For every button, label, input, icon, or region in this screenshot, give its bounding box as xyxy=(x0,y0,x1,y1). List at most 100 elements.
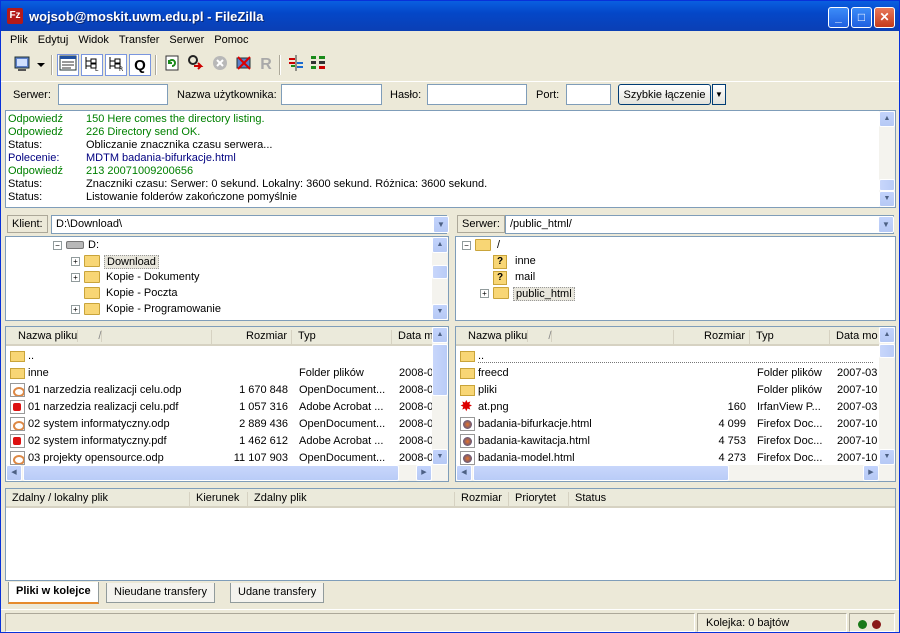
file-row[interactable]: badania-bifurkacje.html 4 099 Firefox Doc.… xyxy=(456,416,881,433)
remote-path-input[interactable]: /public_html/ xyxy=(505,215,894,234)
file-row[interactable]: at.png 160 IrfanView P... 2007-03 xyxy=(456,399,881,416)
local-tree-scrollbar[interactable]: ▲ ▼ xyxy=(432,237,448,320)
column-date[interactable]: Data mo xyxy=(830,330,881,346)
remote-tree[interactable]: − /? inne? mail + public_html xyxy=(455,236,896,321)
process-queue-icon[interactable] xyxy=(185,54,207,76)
file-row[interactable]: 01 narzedzia realizacji celu.odp 1 670 84… xyxy=(6,382,434,399)
toggle-queue-icon[interactable]: Q xyxy=(129,54,151,76)
message-log[interactable]: Odpowiedź 150 Here comes the directory li… xyxy=(5,110,896,208)
close-button[interactable]: ✕ xyxy=(874,7,895,28)
scroll-thumb[interactable] xyxy=(432,265,448,279)
column-type[interactable]: Typ xyxy=(292,330,392,346)
scroll-up-icon[interactable]: ▲ xyxy=(879,327,895,343)
scroll-thumb[interactable] xyxy=(879,344,895,358)
tree-node[interactable]: + Kopie - Programowanie xyxy=(6,302,448,318)
queue-column-size[interactable]: Rozmiar xyxy=(455,492,509,506)
maximize-button[interactable]: □ xyxy=(851,7,872,28)
remote-file-list[interactable]: Nazwa pliku / Rozmiar Typ Data mo .. freec… xyxy=(455,326,896,482)
local-path-dropdown-icon[interactable]: ▼ xyxy=(433,216,449,233)
log-scrollbar[interactable]: ▲ ▼ xyxy=(879,111,895,207)
scroll-down-icon[interactable]: ▼ xyxy=(432,304,448,320)
toggle-log-icon[interactable] xyxy=(57,54,79,76)
column-name[interactable]: Nazwa pliku / xyxy=(6,330,212,346)
queue-column-status[interactable]: Status xyxy=(569,492,895,506)
column-name[interactable]: Nazwa pliku / xyxy=(456,330,674,346)
filezilla-app-icon[interactable]: Fz xyxy=(7,8,23,24)
file-row[interactable]: badania-kawitacja.html 4 753 Firefox Doc..… xyxy=(456,433,881,450)
remote-list-hscrollbar[interactable]: ◀ ▶ xyxy=(456,465,895,481)
file-row[interactable]: .. xyxy=(456,348,881,365)
tree-node[interactable]: ? mail xyxy=(456,270,895,286)
collapse-icon[interactable]: − xyxy=(462,241,471,250)
column-size[interactable]: Rozmiar xyxy=(674,330,750,346)
local-path-input[interactable]: D:\Download\ xyxy=(51,215,447,234)
scroll-down-icon[interactable]: ▼ xyxy=(432,449,448,465)
remote-list-scrollbar[interactable]: ▲ ▼ xyxy=(879,327,895,465)
tab-successful-transfers[interactable]: Udane transfery xyxy=(230,583,325,603)
expand-icon[interactable]: + xyxy=(71,273,80,282)
queue-column-direction[interactable]: Kierunek xyxy=(190,492,248,506)
port-input[interactable] xyxy=(566,84,611,105)
tree-node[interactable]: − D: xyxy=(6,238,448,254)
minimize-button[interactable]: _ xyxy=(828,7,849,28)
refresh-icon[interactable] xyxy=(161,54,183,76)
toggle-local-tree-icon[interactable]: L xyxy=(81,54,103,76)
column-type[interactable]: Typ xyxy=(750,330,830,346)
menu-widok[interactable]: Widok xyxy=(73,32,114,48)
queue-column-file[interactable]: Zdalny / lokalny plik xyxy=(6,492,190,506)
toggle-remote-tree-icon[interactable]: R xyxy=(105,54,127,76)
tree-node[interactable]: + Download xyxy=(6,254,448,270)
site-manager-icon[interactable] xyxy=(11,54,47,76)
column-size[interactable]: Rozmiar xyxy=(212,330,292,346)
queue-column-priority[interactable]: Priorytet xyxy=(509,492,569,506)
disconnect-icon[interactable] xyxy=(233,54,255,76)
quickconnect-button[interactable]: Szybkie łączenie xyxy=(618,84,711,105)
scroll-thumb[interactable] xyxy=(473,465,729,481)
tree-node[interactable]: + public_html xyxy=(456,286,895,302)
compare-icon[interactable] xyxy=(285,54,307,76)
scroll-up-icon[interactable]: ▲ xyxy=(432,327,448,343)
sync-browse-icon[interactable] xyxy=(307,54,329,76)
tab-queued-files[interactable]: Pliki w kolejce xyxy=(8,582,99,604)
local-list-scrollbar[interactable]: ▲ ▼ xyxy=(432,327,448,465)
transfer-queue[interactable]: Zdalny / lokalny plik Kierunek Zdalny pl… xyxy=(5,488,896,581)
scroll-up-icon[interactable]: ▲ xyxy=(432,237,448,253)
server-input[interactable] xyxy=(58,84,168,105)
expand-icon[interactable]: + xyxy=(71,305,80,314)
scroll-up-icon[interactable]: ▲ xyxy=(879,111,895,127)
menu-edytuj[interactable]: Edytuj xyxy=(33,32,74,48)
expand-icon[interactable]: + xyxy=(480,289,489,298)
expand-icon[interactable]: + xyxy=(71,257,80,266)
file-row[interactable]: inne Folder plików 2008-0 xyxy=(6,365,434,382)
column-date[interactable]: Data m xyxy=(392,330,434,346)
scroll-left-icon[interactable]: ◀ xyxy=(456,465,472,481)
scroll-left-icon[interactable]: ◀ xyxy=(6,465,22,481)
menu-plik[interactable]: Plik xyxy=(5,32,33,48)
tab-failed-transfers[interactable]: Nieudane transfery xyxy=(106,583,215,603)
collapse-icon[interactable]: − xyxy=(53,241,62,250)
file-row[interactable]: freecd Folder plików 2007-03 xyxy=(456,365,881,382)
scroll-thumb[interactable] xyxy=(432,344,448,396)
menu-pomoc[interactable]: Pomoc xyxy=(209,32,253,48)
tree-node[interactable]: − / xyxy=(456,238,895,254)
tree-node[interactable]: + Kopie - Dokumenty xyxy=(6,270,448,286)
password-input[interactable] xyxy=(427,84,527,105)
scroll-thumb[interactable] xyxy=(23,465,399,481)
cancel-icon[interactable] xyxy=(209,54,231,76)
scroll-thumb[interactable] xyxy=(879,179,895,191)
local-file-list[interactable]: Nazwa pliku / Rozmiar Typ Data m .. inne Fo… xyxy=(5,326,449,482)
scroll-right-icon[interactable]: ▶ xyxy=(863,465,879,481)
tree-node[interactable]: Kopie - Poczta xyxy=(6,286,448,302)
file-row[interactable]: .. xyxy=(6,348,434,365)
scroll-right-icon[interactable]: ▶ xyxy=(416,465,432,481)
menu-transfer[interactable]: Transfer xyxy=(114,32,165,48)
file-row[interactable]: 01 narzedzia realizacji celu.pdf 1 057 31… xyxy=(6,399,434,416)
remote-path-dropdown-icon[interactable]: ▼ xyxy=(878,216,894,233)
local-list-hscrollbar[interactable]: ◀ ▶ xyxy=(6,465,448,481)
scroll-down-icon[interactable]: ▼ xyxy=(879,449,895,465)
tree-node[interactable]: ? inne xyxy=(456,254,895,270)
username-input[interactable] xyxy=(281,84,382,105)
file-row[interactable]: pliki Folder plików 2007-10 xyxy=(456,382,881,399)
queue-column-remote[interactable]: Zdalny plik xyxy=(248,492,455,506)
file-row[interactable]: 02 system informatyczny.odp 2 889 436 Open… xyxy=(6,416,434,433)
